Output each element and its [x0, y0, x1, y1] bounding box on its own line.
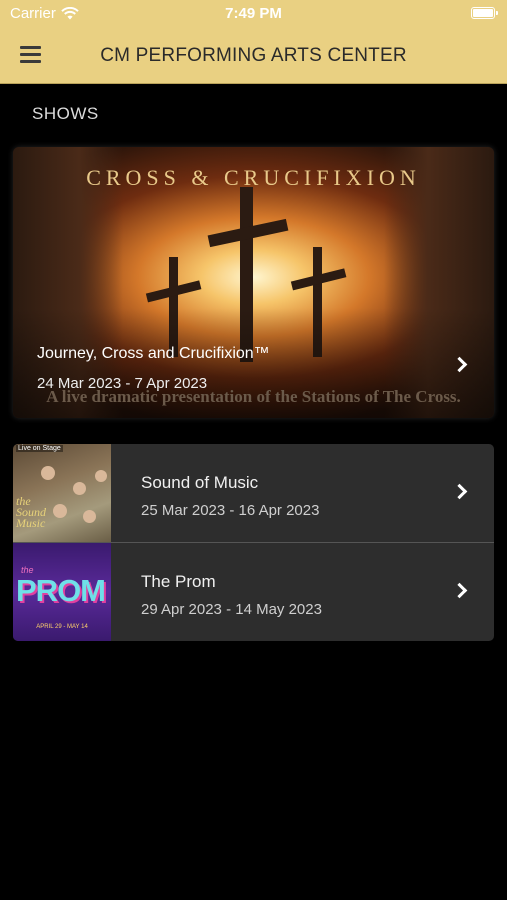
thumbnail-dates-label: APRIL 29 - MAY 14 — [36, 624, 88, 630]
nav-bar: CM PERFORMING ARTS CENTER — [0, 28, 507, 84]
featured-show-card[interactable]: CROSS & CRUCIFIXION A live dramatic pres… — [13, 147, 494, 418]
chevron-right-icon — [451, 582, 468, 599]
battery-icon — [471, 7, 498, 19]
thumbnail-prom-label: PROM — [16, 573, 106, 608]
featured-show-dates: 24 Mar 2023 - 7 Apr 2023 — [37, 375, 208, 392]
figure — [83, 510, 96, 523]
figure — [41, 466, 55, 480]
show-dates: 25 Mar 2023 - 16 Apr 2023 — [141, 502, 320, 519]
show-list: Live on Stage the Sound Music Sound of M… — [13, 444, 494, 641]
show-dates: 29 Apr 2023 - 14 May 2023 — [141, 601, 322, 618]
sound-of-music-logo: the Sound Music — [16, 495, 46, 530]
featured-show-name: Journey, Cross and Crucifixion™ — [37, 345, 270, 362]
show-name: Sound of Music — [141, 473, 259, 492]
thumbnail-live-label: Live on Stage — [16, 445, 63, 452]
section-title: SHOWS — [32, 104, 99, 123]
figure — [73, 482, 86, 495]
the-prom-thumbnail: the PROM APRIL 29 - MAY 14 — [13, 543, 111, 641]
chevron-right-icon — [451, 483, 468, 500]
sound-of-music-thumbnail: Live on Stage the Sound Music — [13, 444, 111, 542]
show-name: The Prom — [141, 572, 216, 591]
status-time: 7:49 PM — [225, 5, 282, 22]
list-item[interactable]: Live on Stage the Sound Music Sound of M… — [13, 444, 494, 542]
list-item[interactable]: the PROM APRIL 29 - MAY 14 The Prom 29 A… — [13, 542, 494, 641]
status-bar: Carrier 7:49 PM — [0, 0, 507, 28]
figure — [95, 470, 107, 482]
figure — [53, 504, 67, 518]
page-title: CM PERFORMING ARTS CENTER — [100, 45, 407, 66]
logo-line-3: Music — [16, 516, 46, 530]
